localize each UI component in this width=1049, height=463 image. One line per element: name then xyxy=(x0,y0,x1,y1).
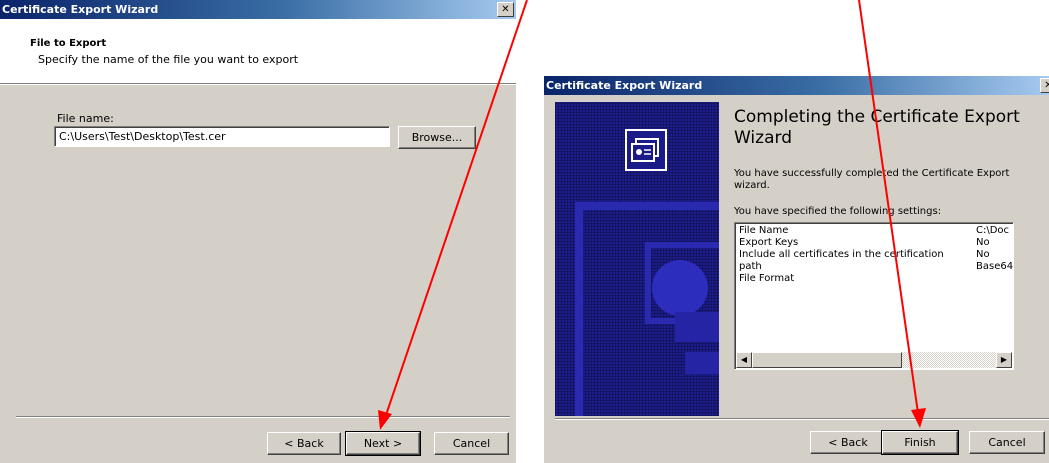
left-cancel-button[interactable]: Cancel xyxy=(434,432,509,455)
settings-label: You have specified the following setting… xyxy=(734,206,942,217)
right-close-icon[interactable]: ✕ xyxy=(1040,78,1049,93)
setting-value: No xyxy=(976,249,990,260)
setting-value: No xyxy=(976,237,990,248)
right-title-bar: Certificate Export Wizard xyxy=(544,76,1049,95)
setting-name: Include all certificates in the certific… xyxy=(739,249,944,272)
right-cancel-button[interactable]: Cancel xyxy=(969,431,1045,454)
left-heading: File to Export xyxy=(30,38,107,49)
setting-value: C:\Doc xyxy=(976,225,1010,236)
left-subheading: Specify the name of the file you want to… xyxy=(38,53,299,66)
success-text: You have successfully completed the Cert… xyxy=(734,168,1010,191)
right-footer-separator xyxy=(555,418,1049,420)
certificate-icon xyxy=(625,129,667,171)
right-back-button[interactable]: < Back xyxy=(810,431,886,454)
left-window-title: Certificate Export Wizard xyxy=(2,3,159,16)
setting-name: Export Keys xyxy=(739,237,799,248)
setting-name: File Format xyxy=(739,273,795,284)
left-header-area: File to Export Specify the name of the f… xyxy=(0,19,516,83)
file-name-input[interactable]: C:\Users\Test\Desktop\Test.cer xyxy=(54,126,390,147)
wizard-banner-image xyxy=(555,102,719,416)
setting-name: File Name xyxy=(739,225,789,236)
left-header-separator xyxy=(0,83,516,85)
right-window-title: Certificate Export Wizard xyxy=(546,79,703,92)
finish-button[interactable]: Finish xyxy=(881,430,959,455)
browse-button[interactable]: Browse... xyxy=(398,126,476,149)
horizontal-scrollbar[interactable]: ◀ ▶ xyxy=(736,352,1012,368)
left-title-bar: Certificate Export Wizard xyxy=(0,0,516,19)
left-back-button[interactable]: < Back xyxy=(267,432,341,455)
completing-heading: Completing the Certificate Export Wizard xyxy=(734,107,1020,148)
scroll-left-arrow-icon[interactable]: ◀ xyxy=(736,352,752,368)
file-name-value: C:\Users\Test\Desktop\Test.cer xyxy=(59,130,226,143)
left-footer-separator xyxy=(16,416,510,418)
scroll-thumb[interactable] xyxy=(752,352,902,368)
scroll-right-arrow-icon[interactable]: ▶ xyxy=(996,352,1012,368)
file-name-label: File name: xyxy=(57,112,114,125)
right-wizard-window: Certificate Export Wizard ✕ Completing t… xyxy=(544,76,1049,463)
left-close-icon[interactable]: ✕ xyxy=(497,2,514,17)
left-wizard-window: Certificate Export Wizard ✕ File to Expo… xyxy=(0,0,516,463)
settings-list[interactable]: File Name Export Keys Include all certif… xyxy=(734,222,1014,370)
next-button[interactable]: Next > xyxy=(345,431,421,456)
setting-value: Base64 xyxy=(976,261,1014,272)
